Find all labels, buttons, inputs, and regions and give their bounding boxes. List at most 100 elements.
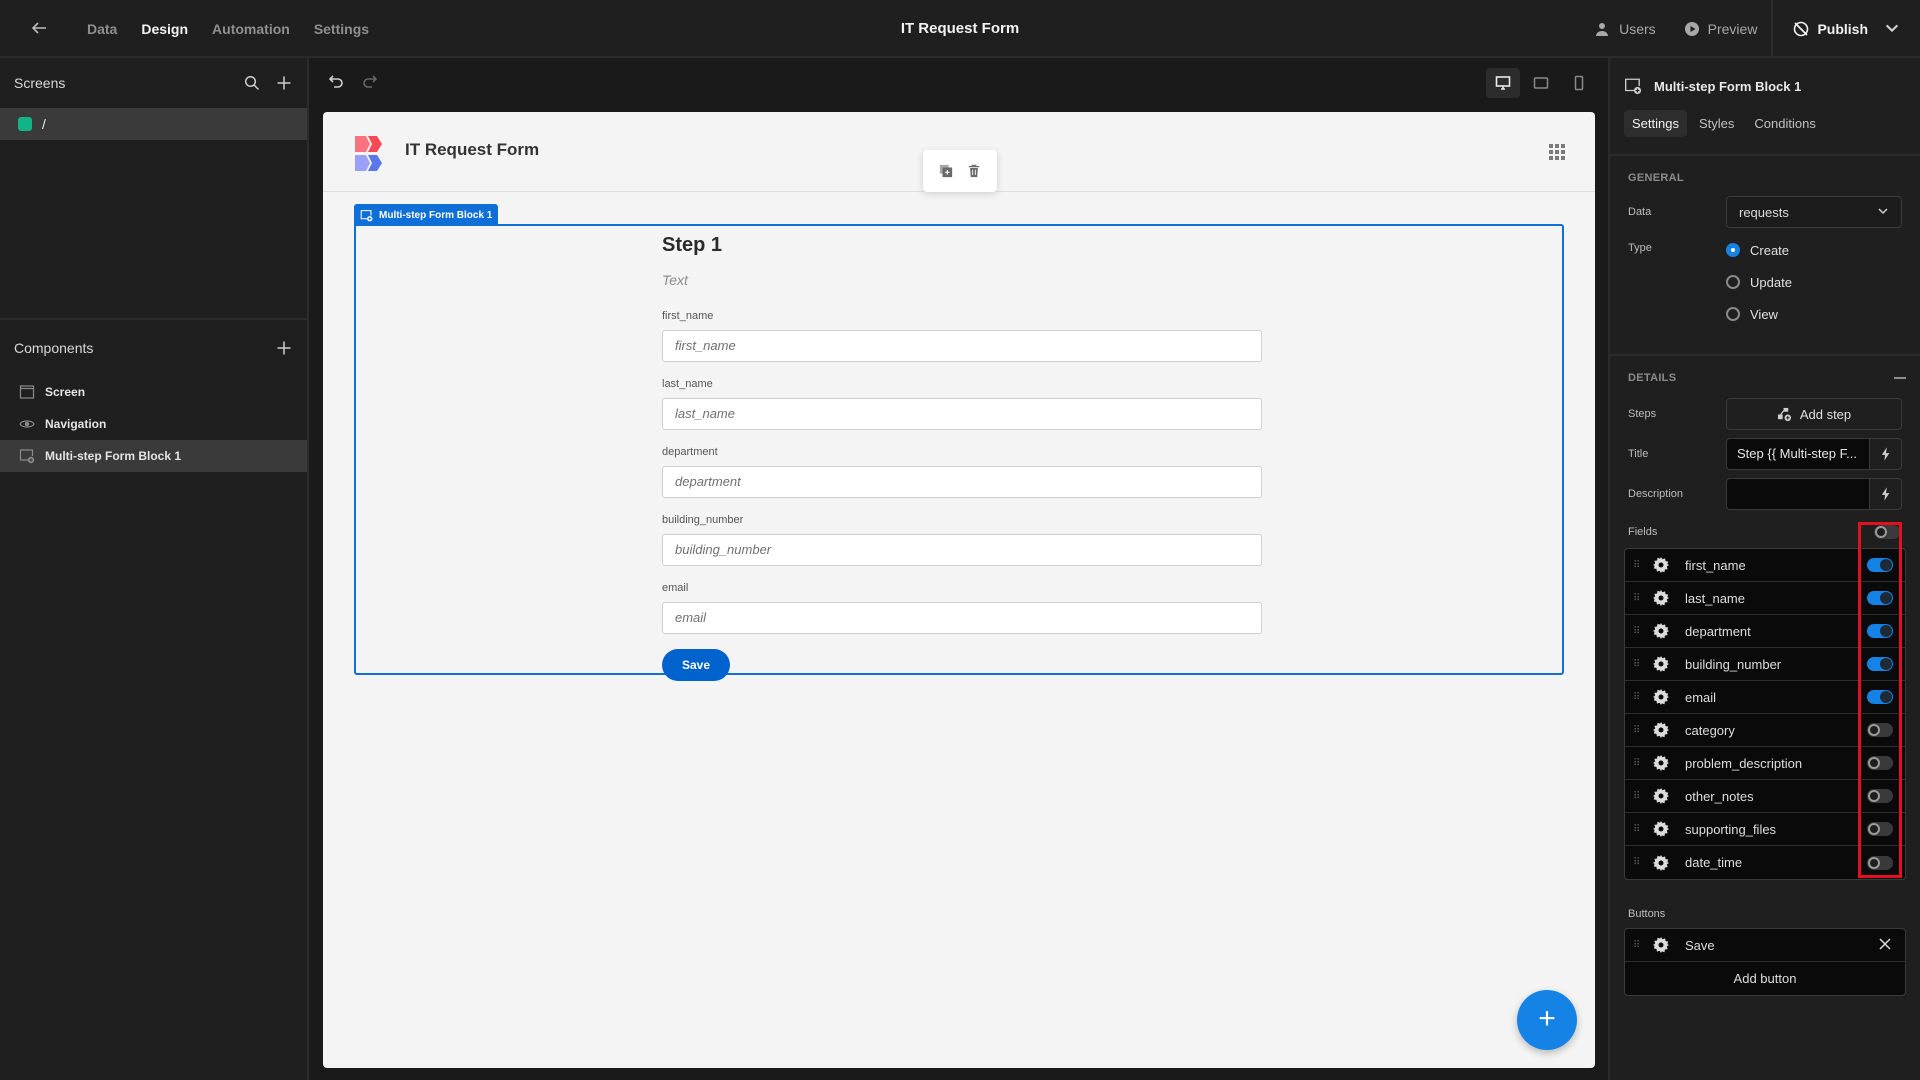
drag-handle-icon[interactable]: ⠿ (1633, 692, 1641, 703)
tab-conditions[interactable]: Conditions (1746, 110, 1823, 137)
building-number-input[interactable]: building_number (662, 534, 1262, 566)
drag-handle-icon[interactable]: ⠿ (1633, 593, 1641, 604)
field-toggle[interactable] (1867, 723, 1893, 737)
redo-icon[interactable] (361, 72, 379, 90)
field-list-item[interactable]: ⠿ category (1625, 714, 1905, 747)
first-name-input[interactable]: first_name (662, 330, 1262, 362)
screen-item-root[interactable]: / (0, 108, 307, 140)
settings-tabs: Settings Styles Conditions (1610, 106, 1920, 140)
drag-handle-icon[interactable]: ⠿ (1633, 725, 1641, 736)
duplicate-icon[interactable] (938, 163, 954, 179)
tab-settings[interactable]: Settings (302, 0, 381, 58)
title-input[interactable]: Step {{ Multi-step F... (1727, 439, 1869, 469)
email-input[interactable]: email (662, 602, 1262, 634)
field-toggle[interactable] (1867, 690, 1893, 704)
add-button-button[interactable]: Add button (1625, 962, 1905, 995)
title-label: Title (1628, 448, 1649, 460)
lightning-bolt-icon[interactable] (1869, 439, 1901, 469)
field-list-item[interactable]: ⠿ building_number (1625, 648, 1905, 681)
field-list-item[interactable]: ⠿ date_time (1625, 846, 1905, 879)
gear-icon[interactable] (1653, 937, 1669, 953)
department-input[interactable]: department (662, 466, 1262, 498)
field-toggle[interactable] (1867, 789, 1893, 803)
tab-settings-panel[interactable]: Settings (1624, 109, 1687, 137)
field-toggle[interactable] (1867, 624, 1893, 638)
data-source-select[interactable]: requests (1726, 196, 1902, 228)
radio-unselected-icon (1726, 307, 1740, 321)
field-toggle[interactable] (1867, 657, 1893, 671)
button-list-item[interactable]: ⠿ Save (1625, 929, 1905, 962)
field-list-item[interactable]: ⠿ problem_description (1625, 747, 1905, 780)
field-list-item[interactable]: ⠿ department (1625, 615, 1905, 648)
screens-list: / (0, 108, 307, 318)
tab-styles[interactable]: Styles (1691, 110, 1742, 137)
fields-master-toggle[interactable] (1874, 525, 1900, 539)
left-panel: Screens / Components Screen Navigation M… (0, 58, 309, 1080)
gear-icon[interactable] (1653, 755, 1669, 771)
gear-icon[interactable] (1653, 656, 1669, 672)
publish-button[interactable]: Publish (1771, 0, 1920, 58)
drag-handle-icon[interactable]: ⠿ (1633, 791, 1641, 802)
chevron-down-icon[interactable] (1884, 20, 1900, 39)
field-label: department (662, 446, 718, 458)
last-name-input[interactable]: last_name (662, 398, 1262, 430)
field-toggle[interactable] (1867, 855, 1893, 870)
drag-handle-icon[interactable]: ⠿ (1633, 659, 1641, 670)
field-list-item[interactable]: ⠿ other_notes (1625, 780, 1905, 813)
app-preview-canvas[interactable]: IT Request Form Multi-step Form Block 1 … (323, 112, 1595, 1068)
component-item-navigation[interactable]: Navigation (0, 408, 307, 440)
field-toggle[interactable] (1867, 822, 1893, 836)
drag-handle-icon[interactable]: ⠿ (1633, 824, 1641, 835)
type-option-update[interactable]: Update (1726, 272, 1792, 292)
field-list-item[interactable]: ⠿ last_name (1625, 582, 1905, 615)
preview-button[interactable]: Preview (1670, 0, 1772, 58)
trash-icon[interactable] (966, 163, 982, 179)
field-list-item[interactable]: ⠿ first_name (1625, 549, 1905, 582)
field-toggle[interactable] (1867, 558, 1893, 572)
form-save-button[interactable]: Save (662, 649, 731, 681)
drag-handle-icon[interactable]: ⠿ (1633, 857, 1641, 868)
drag-handle-icon[interactable]: ⠿ (1633, 758, 1641, 769)
tab-data[interactable]: Data (75, 0, 129, 58)
collapse-minus-icon[interactable] (1894, 377, 1906, 379)
gear-icon[interactable] (1653, 623, 1669, 639)
multi-step-form-block[interactable]: Step 1 Text first_name first_name last_n… (354, 224, 1564, 681)
search-icon[interactable] (243, 74, 261, 92)
gear-icon[interactable] (1653, 557, 1669, 573)
gear-icon[interactable] (1653, 821, 1669, 837)
undo-icon[interactable] (327, 72, 345, 90)
tab-design[interactable]: Design (129, 0, 200, 60)
users-label: Users (1619, 21, 1656, 37)
gear-icon[interactable] (1653, 689, 1669, 705)
gear-icon[interactable] (1653, 590, 1669, 606)
type-option-create[interactable]: Create (1726, 240, 1792, 260)
drag-handle-icon[interactable]: ⠿ (1633, 560, 1641, 571)
add-component-fab[interactable]: + (1517, 990, 1577, 1050)
type-option-view[interactable]: View (1726, 304, 1792, 324)
drag-handle-icon[interactable]: ⠿ (1633, 626, 1641, 637)
add-component-plus-icon[interactable] (275, 339, 293, 357)
field-list-item[interactable]: ⠿ email (1625, 681, 1905, 714)
selected-block-tag[interactable]: Multi-step Form Block 1 (354, 204, 499, 226)
app-menu-grid-icon[interactable] (1549, 144, 1565, 160)
gear-icon[interactable] (1653, 788, 1669, 804)
mobile-view-button[interactable] (1562, 68, 1596, 98)
tablet-view-button[interactable] (1524, 68, 1558, 98)
close-icon[interactable] (1879, 937, 1891, 953)
field-toggle[interactable] (1867, 756, 1893, 770)
lightning-bolt-icon[interactable] (1869, 479, 1901, 509)
component-item-multi-step-form-block[interactable]: Multi-step Form Block 1 (0, 440, 307, 472)
back-arrow-icon[interactable] (28, 18, 50, 40)
description-input[interactable] (1727, 479, 1869, 509)
desktop-view-button[interactable] (1486, 68, 1520, 98)
field-toggle[interactable] (1867, 591, 1893, 605)
add-screen-plus-icon[interactable] (275, 74, 293, 92)
drag-handle-icon[interactable]: ⠿ (1633, 940, 1641, 951)
gear-icon[interactable] (1653, 854, 1669, 871)
add-step-button[interactable]: Add step (1726, 398, 1902, 430)
field-list-item[interactable]: ⠿ supporting_files (1625, 813, 1905, 846)
users-button[interactable]: Users (1581, 0, 1670, 58)
component-item-screen[interactable]: Screen (0, 376, 307, 408)
tab-automation[interactable]: Automation (200, 0, 302, 58)
gear-icon[interactable] (1653, 722, 1669, 738)
